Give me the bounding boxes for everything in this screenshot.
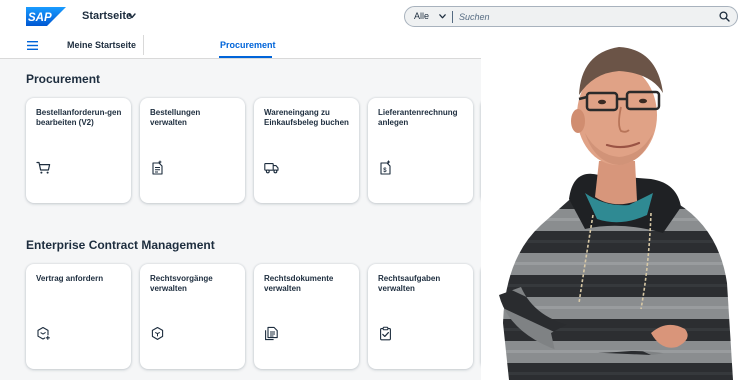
tile-title: Bestellanforderun-gen bearbeiten (V2) [36, 108, 122, 127]
search-scope-select[interactable]: Alle [414, 11, 429, 21]
search-divider [452, 11, 453, 23]
tile-lieferantenrechnung[interactable]: Lieferantenrechnung anlegen $ [368, 98, 473, 203]
menu-icon[interactable] [27, 41, 38, 50]
person-illustration [499, 47, 733, 380]
tab-procurement[interactable]: Procurement [220, 40, 276, 50]
search-input[interactable] [459, 9, 709, 25]
task-clipboard-icon [380, 326, 391, 341]
tile-vertrag-anfordern[interactable]: Vertrag anfordern [26, 264, 131, 369]
search-field[interactable]: Alle [404, 6, 738, 27]
document-list-icon [152, 160, 163, 175]
tab-meine-startseite[interactable]: Meine Startseite [67, 40, 136, 50]
tile-title: Lieferantenrechnung anlegen [378, 108, 458, 127]
legal-documents-icon [265, 326, 278, 341]
tile-title: Rechtsvorgänge verwalten [150, 274, 213, 293]
chevron-down-icon[interactable] [439, 14, 446, 19]
person-photo [481, 33, 740, 380]
contract-request-icon [37, 326, 51, 341]
section-title-procurement: Procurement [26, 72, 101, 86]
tile-title: Rechtsdokumente verwalten [264, 274, 334, 293]
legal-transaction-icon [151, 326, 164, 340]
page-title[interactable]: Startseite [82, 10, 132, 22]
section-title-contract-management: Enterprise Contract Management [26, 238, 215, 252]
svg-text:$: $ [383, 168, 387, 174]
tile-rechtsvorgaenge[interactable]: Rechtsvorgänge verwalten [140, 264, 245, 369]
tile-rechtsaufgaben[interactable]: Rechtsaufgaben verwalten [368, 264, 473, 369]
tab-divider [143, 35, 144, 55]
tile-rechtsdokumente[interactable]: Rechtsdokumente verwalten [254, 264, 359, 369]
tile-title: Wareneingang zu Einkaufsbeleg buchen [264, 108, 349, 127]
tile-title: Bestellungen verwalten [150, 108, 201, 127]
sap-logo-text: SAP [28, 12, 52, 24]
tile-bestellungen[interactable]: Bestellungen verwalten [140, 98, 245, 203]
tile-bestellanforderungen[interactable]: Bestellanforderun-gen bearbeiten (V2) [26, 98, 131, 203]
tile-title: Vertrag anfordern [36, 274, 104, 283]
cart-icon [36, 161, 51, 174]
shell-bar: SAP Startseite Alle [0, 0, 740, 33]
sap-logo[interactable]: SAP [26, 7, 66, 26]
invoice-add-icon: $ [380, 160, 391, 175]
active-tab-indicator [219, 56, 272, 58]
search-icon[interactable] [719, 11, 730, 22]
tile-wareneingang[interactable]: Wareneingang zu Einkaufsbeleg buchen [254, 98, 359, 203]
truck-icon [264, 163, 279, 174]
tile-title: Rechtsaufgaben verwalten [378, 274, 441, 293]
chevron-down-icon[interactable] [128, 13, 136, 19]
